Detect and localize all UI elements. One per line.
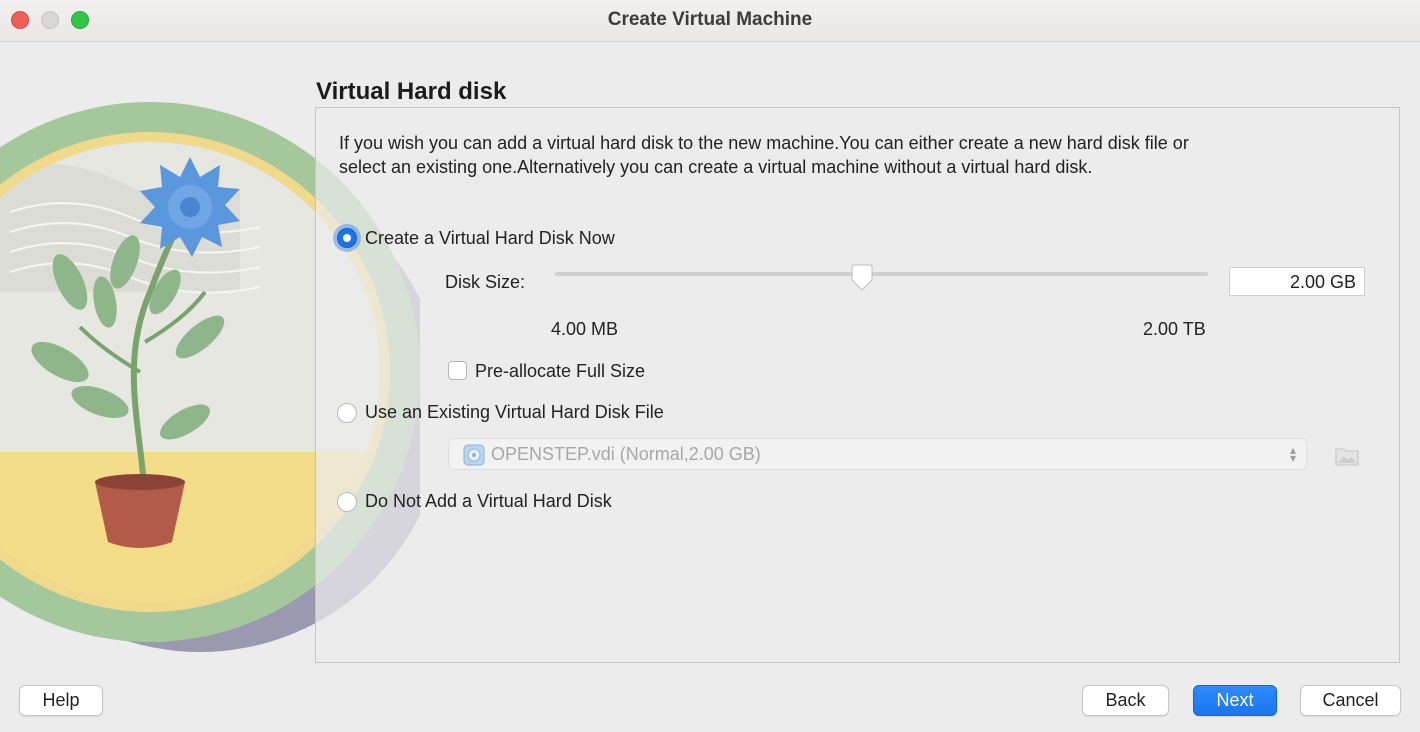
use-existing-disk-label[interactable]: Use an Existing Virtual Hard Disk File	[365, 402, 664, 423]
page-description: If you wish you can add a virtual hard d…	[339, 133, 1189, 177]
disk-size-slider-thumb[interactable]	[850, 264, 874, 292]
preallocate-checkbox[interactable]	[448, 361, 467, 380]
create-disk-now-radio[interactable]	[337, 228, 357, 248]
chevron-up-down-icon: ▴ ▾	[1289, 443, 1296, 465]
next-button[interactable]: Next	[1193, 685, 1277, 716]
no-disk-radio[interactable]	[337, 492, 357, 512]
existing-disk-select[interactable]: OPENSTEP.vdi (Normal,2.00 GB) ▴ ▾	[448, 438, 1307, 470]
disk-size-min-label: 4.00 MB	[551, 319, 619, 339]
create-vm-dialog: Create Virtual Machine Virtual Hard disk…	[0, 0, 1420, 732]
title-bar: Create Virtual Machine	[0, 0, 1420, 42]
hard-disk-icon	[463, 444, 485, 466]
disk-size-input[interactable]: 2.00 GB	[1229, 267, 1365, 296]
options-panel	[315, 107, 1400, 663]
preallocate-label[interactable]: Pre-allocate Full Size	[475, 361, 645, 382]
flower-pot-icon	[95, 474, 185, 548]
use-existing-disk-radio[interactable]	[337, 403, 357, 423]
page-title: Virtual Hard disk	[316, 78, 507, 105]
help-button[interactable]: Help	[19, 685, 103, 716]
disk-size-max-label: 2.00 TB	[1143, 319, 1206, 339]
window-title: Create Virtual Machine	[607, 9, 813, 30]
create-disk-now-label[interactable]: Create a Virtual Hard Disk Now	[365, 228, 615, 249]
choose-disk-file-button[interactable]	[1334, 442, 1360, 468]
disk-size-slider[interactable]	[555, 272, 1208, 276]
cancel-button[interactable]: Cancel	[1300, 685, 1401, 716]
existing-disk-value: OPENSTEP.vdi (Normal,2.00 GB)	[491, 444, 761, 464]
back-button[interactable]: Back	[1082, 685, 1169, 716]
disk-size-label: Disk Size:	[445, 272, 526, 292]
no-disk-label[interactable]: Do Not Add a Virtual Hard Disk	[365, 491, 612, 512]
